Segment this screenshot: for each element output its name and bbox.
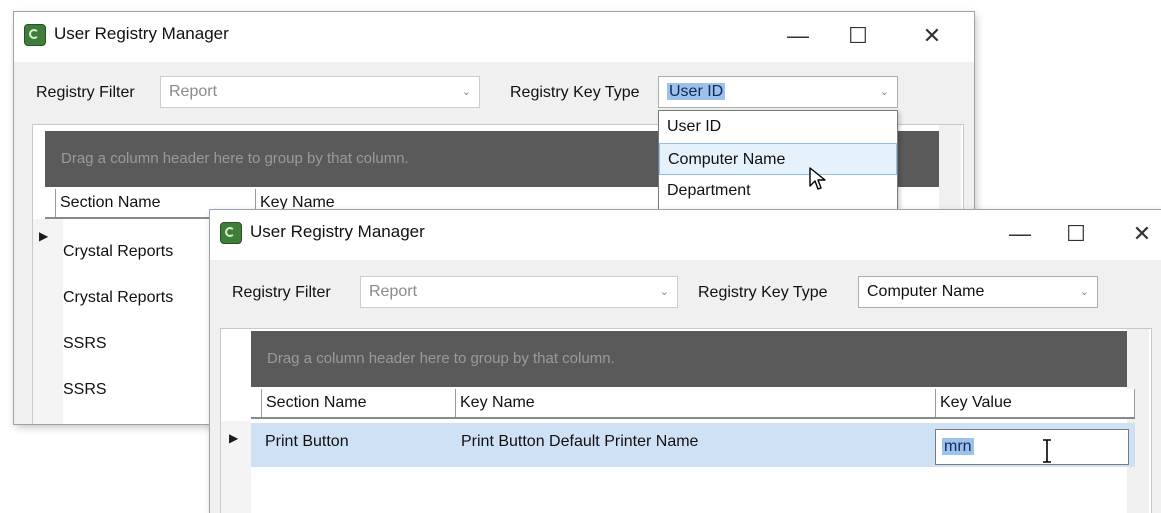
registry-filter-combo[interactable]: Report ⌄ bbox=[360, 276, 678, 308]
minimize-button[interactable]: — bbox=[1000, 216, 1040, 252]
registry-filter-value: Report bbox=[369, 283, 418, 300]
registry-key-type-dropdown: User ID Computer Name Department bbox=[658, 110, 898, 210]
row-indicator-column: ▶ bbox=[33, 219, 63, 424]
column-header-key-name[interactable]: Key Name bbox=[455, 389, 935, 417]
registry-key-type-combo[interactable]: Computer Name ⌄ bbox=[858, 276, 1098, 308]
registry-key-type-value: Computer Name bbox=[867, 283, 985, 300]
vertical-scrollbar[interactable] bbox=[1127, 329, 1149, 513]
table-row[interactable]: SSRS bbox=[63, 381, 107, 399]
chevron-down-icon: ⌄ bbox=[461, 86, 471, 98]
cell-key-name[interactable]: Print Button Default Printer Name bbox=[461, 433, 698, 451]
column-header-key-value[interactable]: Key Value bbox=[935, 389, 1135, 417]
key-value-text: mrn bbox=[942, 438, 974, 455]
maximize-button[interactable]: ☐ bbox=[838, 18, 878, 54]
row-pointer-icon: ▶ bbox=[229, 431, 239, 445]
title-bar: User Registry Manager — ☐ ✕ bbox=[210, 210, 1161, 260]
column-header-row: Section Name Key Name Key Value bbox=[251, 389, 1135, 419]
ibeam-cursor-icon bbox=[1043, 439, 1051, 463]
registry-key-type-label: Registry Key Type bbox=[510, 84, 640, 101]
chevron-down-icon: ⌄ bbox=[659, 286, 669, 298]
group-by-panel: Drag a column header here to group by th… bbox=[251, 331, 1135, 387]
dropdown-option-user-id[interactable]: User ID bbox=[659, 111, 897, 143]
close-button[interactable]: ✕ bbox=[912, 18, 952, 54]
registry-filter-value: Report bbox=[169, 83, 218, 100]
registry-key-type-value: User ID bbox=[667, 83, 726, 100]
dropdown-option-department[interactable]: Department bbox=[659, 175, 897, 207]
registry-key-type-combo[interactable]: User ID ⌄ bbox=[658, 76, 898, 108]
cell-section-name[interactable]: Print Button bbox=[265, 433, 349, 451]
registry-grid: Drag a column header here to group by th… bbox=[220, 328, 1152, 513]
registry-app-icon bbox=[220, 222, 242, 244]
registry-filter-label: Registry Filter bbox=[36, 84, 135, 101]
dropdown-option-computer-name[interactable]: Computer Name bbox=[659, 143, 897, 175]
registry-filter-label: Registry Filter bbox=[232, 284, 331, 301]
window-title: User Registry Manager bbox=[54, 24, 229, 43]
table-row[interactable]: Crystal Reports bbox=[63, 243, 173, 261]
table-row[interactable]: Print Button Print Button Default Printe… bbox=[251, 423, 1135, 467]
front-window: User Registry Manager — ☐ ✕ Registry Fil… bbox=[210, 210, 1161, 513]
title-bar: User Registry Manager — ☐ ✕ bbox=[14, 12, 974, 62]
close-button[interactable]: ✕ bbox=[1122, 216, 1161, 252]
key-value-editor[interactable]: mrn bbox=[935, 429, 1129, 465]
window-title: User Registry Manager bbox=[250, 222, 425, 241]
registry-app-icon bbox=[24, 24, 46, 46]
column-header-section-name[interactable]: Section Name bbox=[261, 389, 455, 417]
table-row[interactable]: SSRS bbox=[63, 335, 107, 353]
registry-filter-combo[interactable]: Report ⌄ bbox=[160, 76, 480, 108]
minimize-button[interactable]: — bbox=[778, 18, 818, 54]
row-indicator-column: ▶ bbox=[221, 421, 251, 513]
chevron-down-icon: ⌄ bbox=[1079, 286, 1089, 298]
registry-key-type-label: Registry Key Type bbox=[698, 284, 828, 301]
table-row[interactable]: Crystal Reports bbox=[63, 289, 173, 307]
chevron-down-icon: ⌄ bbox=[879, 86, 889, 98]
maximize-button[interactable]: ☐ bbox=[1056, 216, 1096, 252]
row-pointer-icon: ▶ bbox=[39, 229, 49, 243]
arrow-cursor-icon bbox=[809, 167, 826, 190]
